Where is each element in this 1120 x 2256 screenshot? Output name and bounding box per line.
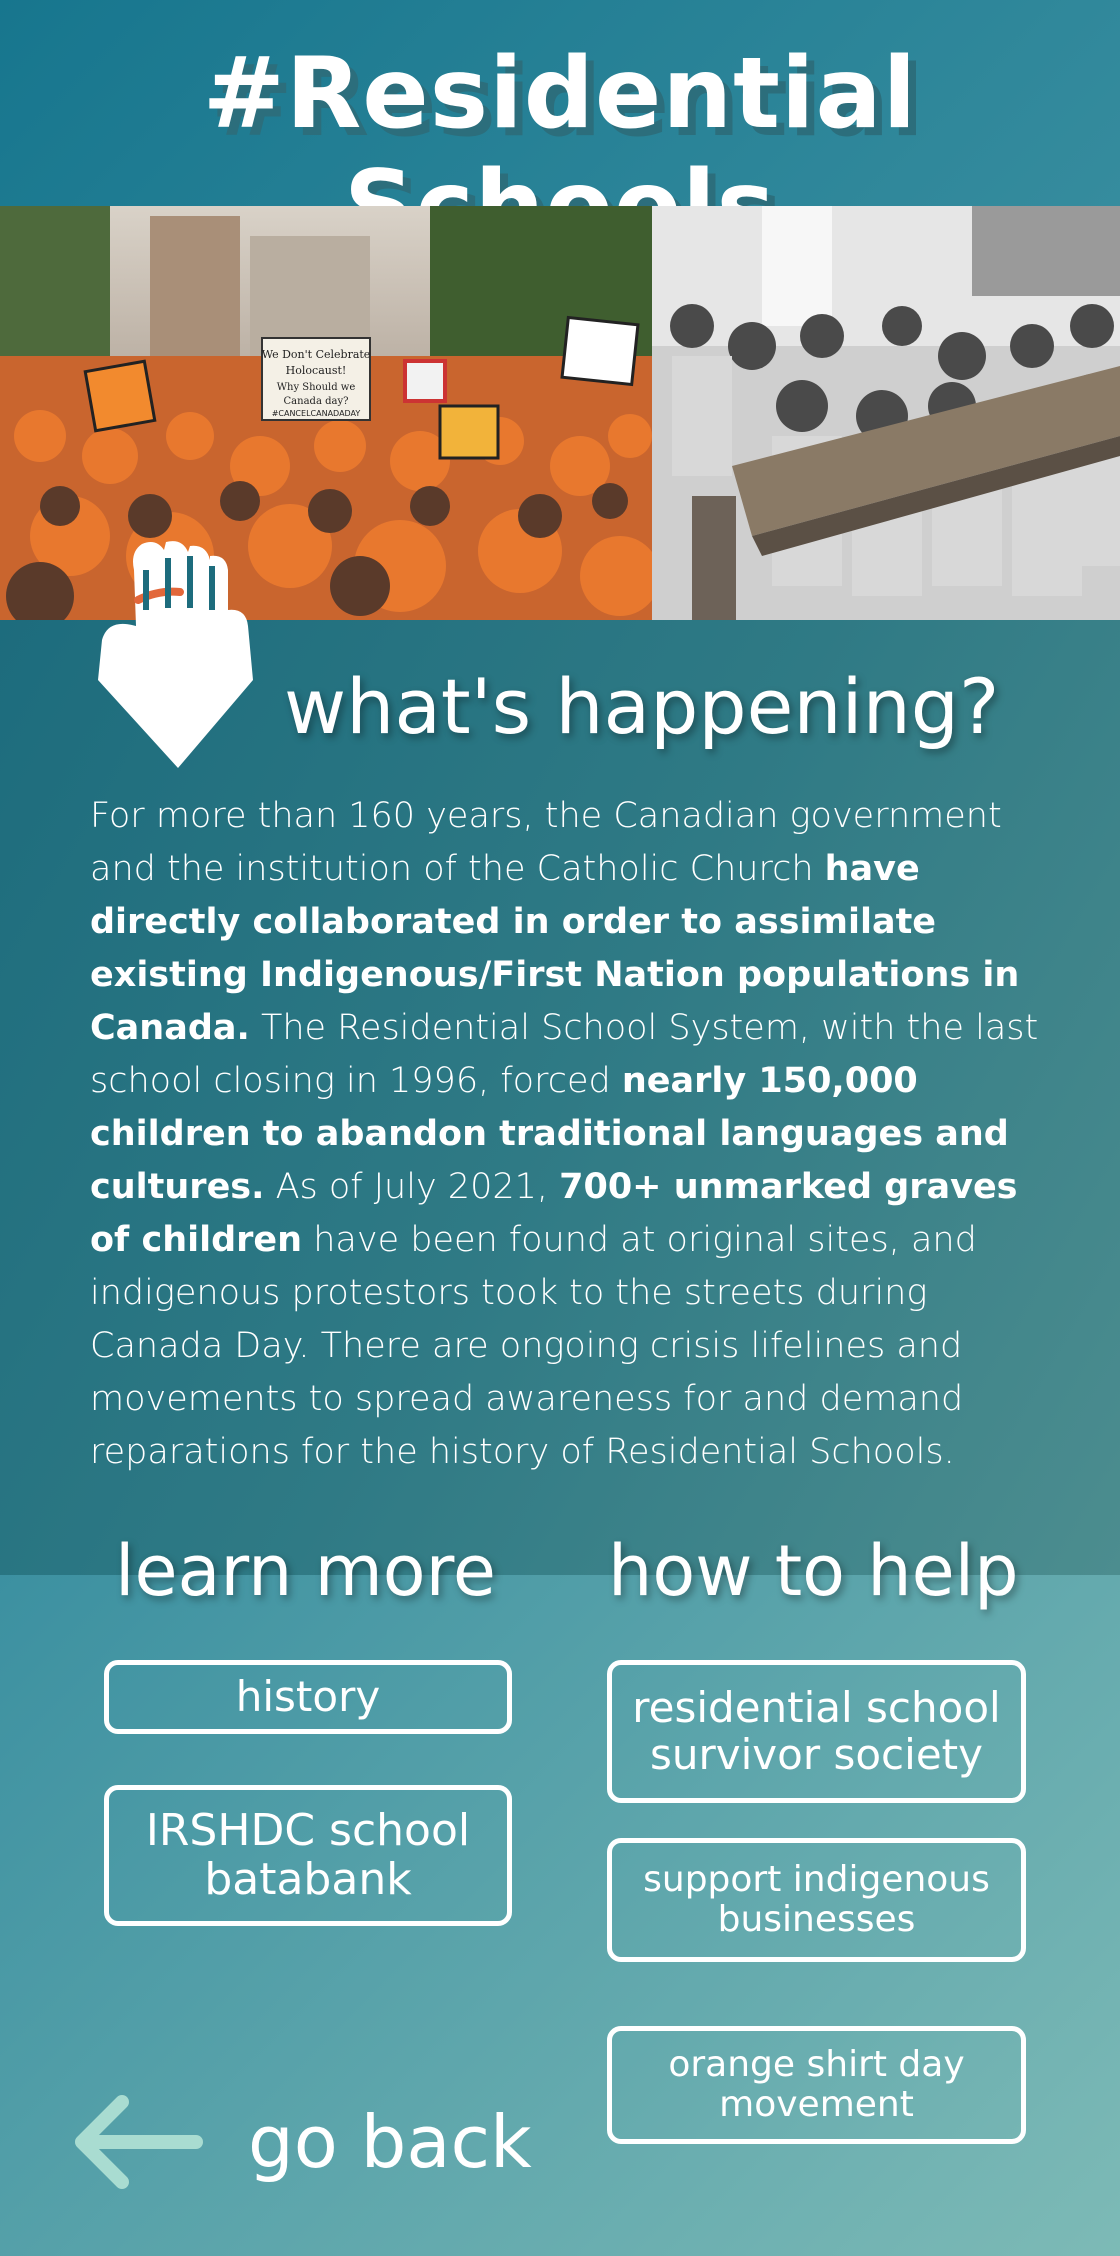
left-arrow-icon (75, 2095, 203, 2189)
svg-text:#CANCELCANADADAY: #CANCELCANADADAY (272, 409, 361, 418)
go-back-button[interactable]: go back (68, 2092, 532, 2192)
info-paragraph: For more than 160 years, the Canadian go… (90, 796, 1039, 1472)
learn-more-heading: learn more (115, 1530, 496, 1612)
svg-text:We Don't Celebrate: We Don't Celebrate (262, 348, 371, 361)
historical-classroom-photo (652, 206, 1120, 620)
history-button[interactable]: history (104, 1660, 512, 1734)
svg-text:Holocaust!: Holocaust! (286, 364, 347, 377)
how-to-help-heading: how to help (608, 1530, 1019, 1612)
survivor-society-button[interactable]: residential school survivor society (607, 1660, 1026, 1803)
go-back-label: go back (248, 2100, 532, 2184)
svg-text:Why Should we: Why Should we (277, 382, 356, 393)
section-heading: what's happening? (284, 662, 1000, 751)
svg-text:Canada day?: Canada day? (284, 396, 349, 407)
orange-shirt-day-button[interactable]: orange shirt day movement (607, 2026, 1026, 2144)
raised-fist-pin-icon (88, 530, 268, 770)
indigenous-businesses-button[interactable]: support indigenous businesses (607, 1838, 1026, 1962)
irshdc-databank-button[interactable]: IRSHDC school batabank (104, 1785, 512, 1926)
